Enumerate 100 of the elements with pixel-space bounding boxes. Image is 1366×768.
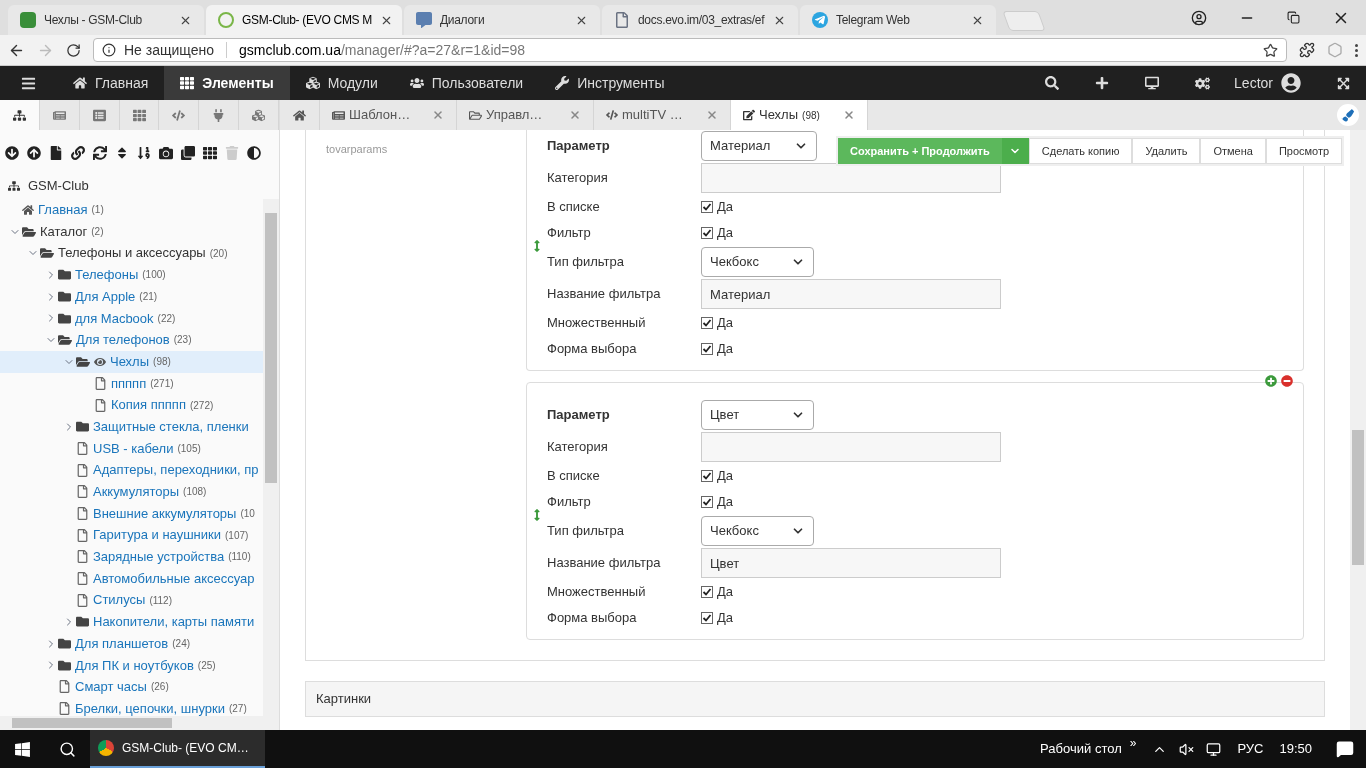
tree-item[interactable]: Внешние аккумуляторы (10 [0,502,263,525]
action-button[interactable]: Сделать копию [1028,138,1133,164]
address-field[interactable]: Не защищено gsmclub.com.ua/manager/#?a=27&r=1&id=98 [93,38,1287,62]
nav-item[interactable]: Инструменты [539,66,681,100]
checkbox[interactable] [701,586,713,598]
select-field[interactable]: Чекбокс [701,247,814,277]
tree-item[interactable]: Стилусы (112) [0,589,263,612]
tree-item[interactable]: Зарядные устройства (110) [0,546,263,568]
nav-item[interactable]: Главная [57,66,165,100]
notifications-icon[interactable] [1336,740,1354,758]
nav-item[interactable]: Модули [289,66,394,100]
tree-root[interactable]: GSM-Club [28,176,89,196]
clone-icon[interactable] [181,146,195,160]
clock[interactable]: 19:50 [1279,739,1312,759]
link-icon[interactable] [71,146,85,160]
tree-item[interactable]: Для телефонов (23) [0,329,263,351]
tree-item[interactable]: Телефоны и аксессуары (20) [0,242,263,265]
tree-item[interactable]: Брелки, цепочки, шнурки (27) [0,697,263,716]
profile-icon[interactable] [1191,9,1207,26]
browser-tab[interactable]: GSM-Club- (EVO CMS M [206,5,402,35]
checkbox[interactable] [701,343,713,355]
checkbox[interactable] [701,201,713,213]
tree-item[interactable]: Автомобильные аксессуар [0,567,263,590]
tree-item[interactable]: Накопители, карты памяти [0,611,263,633]
vertical-scrollbar[interactable] [263,199,279,730]
user-name[interactable]: Lector [1234,72,1273,94]
action-button[interactable]: Отмена [1200,138,1266,164]
tree-item[interactable]: Телефоны (100) [0,264,263,286]
settings-icon[interactable] [1195,75,1211,91]
tree-item[interactable]: Для планшетов (24) [0,632,263,655]
browser-tab[interactable]: Диалоги [404,5,600,35]
text-field[interactable]: Цвет [701,548,1001,578]
search-icon[interactable] [1045,76,1060,90]
tree-item[interactable]: Смарт часы (26) [0,676,263,698]
toolbar-expand[interactable]: » [1129,734,1137,752]
tree-item[interactable]: Каталог (2) [0,220,263,243]
volume-muted-icon[interactable] [1179,741,1195,757]
checkbox[interactable] [701,470,713,482]
tree-item[interactable]: Защитные стекла, пленки [0,415,263,438]
sort-icon[interactable] [115,146,129,160]
checkbox[interactable] [701,496,713,508]
browser-tab[interactable]: Чехлы - GSM-Club [8,5,204,35]
menu-icon[interactable] [1355,43,1358,57]
arrow-up-icon[interactable] [27,146,41,160]
add-icon[interactable] [1095,76,1110,90]
checkbox[interactable] [701,317,713,329]
select-field[interactable]: Цвет [701,400,814,430]
browser-tab[interactable]: Telegram Web [800,5,996,35]
extension-icon[interactable] [1299,42,1315,58]
arrow-down-icon[interactable] [5,146,19,160]
vertical-scrollbar[interactable] [1350,130,1366,730]
tree-item[interactable]: Для ПК и ноутбуков (25) [0,654,263,677]
tree-item[interactable]: USB - кабели (105) [0,437,263,460]
select-field[interactable]: Чекбокс [701,516,814,546]
document-tab[interactable]: Шаблон… [320,100,457,130]
grid-icon[interactable] [203,146,217,160]
document-tab[interactable]: Чехлы (98) [731,100,868,130]
reload-icon[interactable] [66,42,81,58]
fullscreen-icon[interactable] [1337,76,1350,90]
text-field[interactable]: Материал [701,279,1001,309]
text-field[interactable] [701,163,1001,193]
tree-item[interactable]: Чехлы (98) [0,350,263,373]
tree-item[interactable]: ппппп (271) [0,372,263,395]
camera-icon[interactable] [159,146,173,160]
avatar-icon[interactable] [1281,73,1301,93]
remove-icon[interactable] [1281,375,1293,387]
sort-numeric-icon[interactable] [137,146,151,160]
tree-item[interactable]: Адаптеры, переходники, пр [0,459,263,481]
contrast-icon[interactable] [247,146,261,160]
nav-item[interactable]: Элементы [164,66,290,100]
search-icon[interactable] [59,740,76,758]
browser-tab[interactable]: docs.evo.im/03_extras/ef [602,5,798,35]
action-button[interactable]: Удалить [1132,138,1201,164]
tree-item[interactable]: Гаритура и наушники (107) [0,524,263,546]
language-indicator[interactable]: РУС [1237,739,1264,759]
checkbox[interactable] [701,612,713,624]
taskbar-app[interactable]: GSM-Club- (EVO CM… [90,730,265,768]
tree-item[interactable]: для Macbook (22) [0,307,263,330]
action-button[interactable]: Просмотр [1265,138,1343,164]
checkbox[interactable] [701,227,713,239]
menu-icon[interactable] [21,75,36,91]
windows-start-icon[interactable] [14,740,31,758]
tree-item[interactable]: Копия ппппп (272) [0,394,263,416]
nav-item[interactable]: Пользователи [393,66,540,100]
text-field[interactable] [701,432,1001,462]
monitor-icon[interactable] [1145,76,1160,90]
tree-item[interactable]: Аккумуляторы (108) [0,480,263,503]
paintbrush-icon[interactable] [1337,104,1359,126]
select-field[interactable]: Материал [701,131,818,161]
tree-item[interactable]: Главная (1) [0,199,263,221]
section-header[interactable]: Картинки [305,681,1325,717]
bookmark-star-icon[interactable] [1263,42,1278,58]
file-icon[interactable] [49,146,63,160]
horizontal-scrollbar[interactable] [0,716,263,730]
restore-icon[interactable] [1287,11,1300,24]
tree-item[interactable]: Для Apple (21) [0,285,263,308]
sidebar-tab[interactable] [0,100,40,130]
desktop-label[interactable]: Рабочий стол [1040,739,1122,759]
refresh-icon[interactable] [93,146,107,160]
network-icon[interactable] [1206,741,1222,757]
